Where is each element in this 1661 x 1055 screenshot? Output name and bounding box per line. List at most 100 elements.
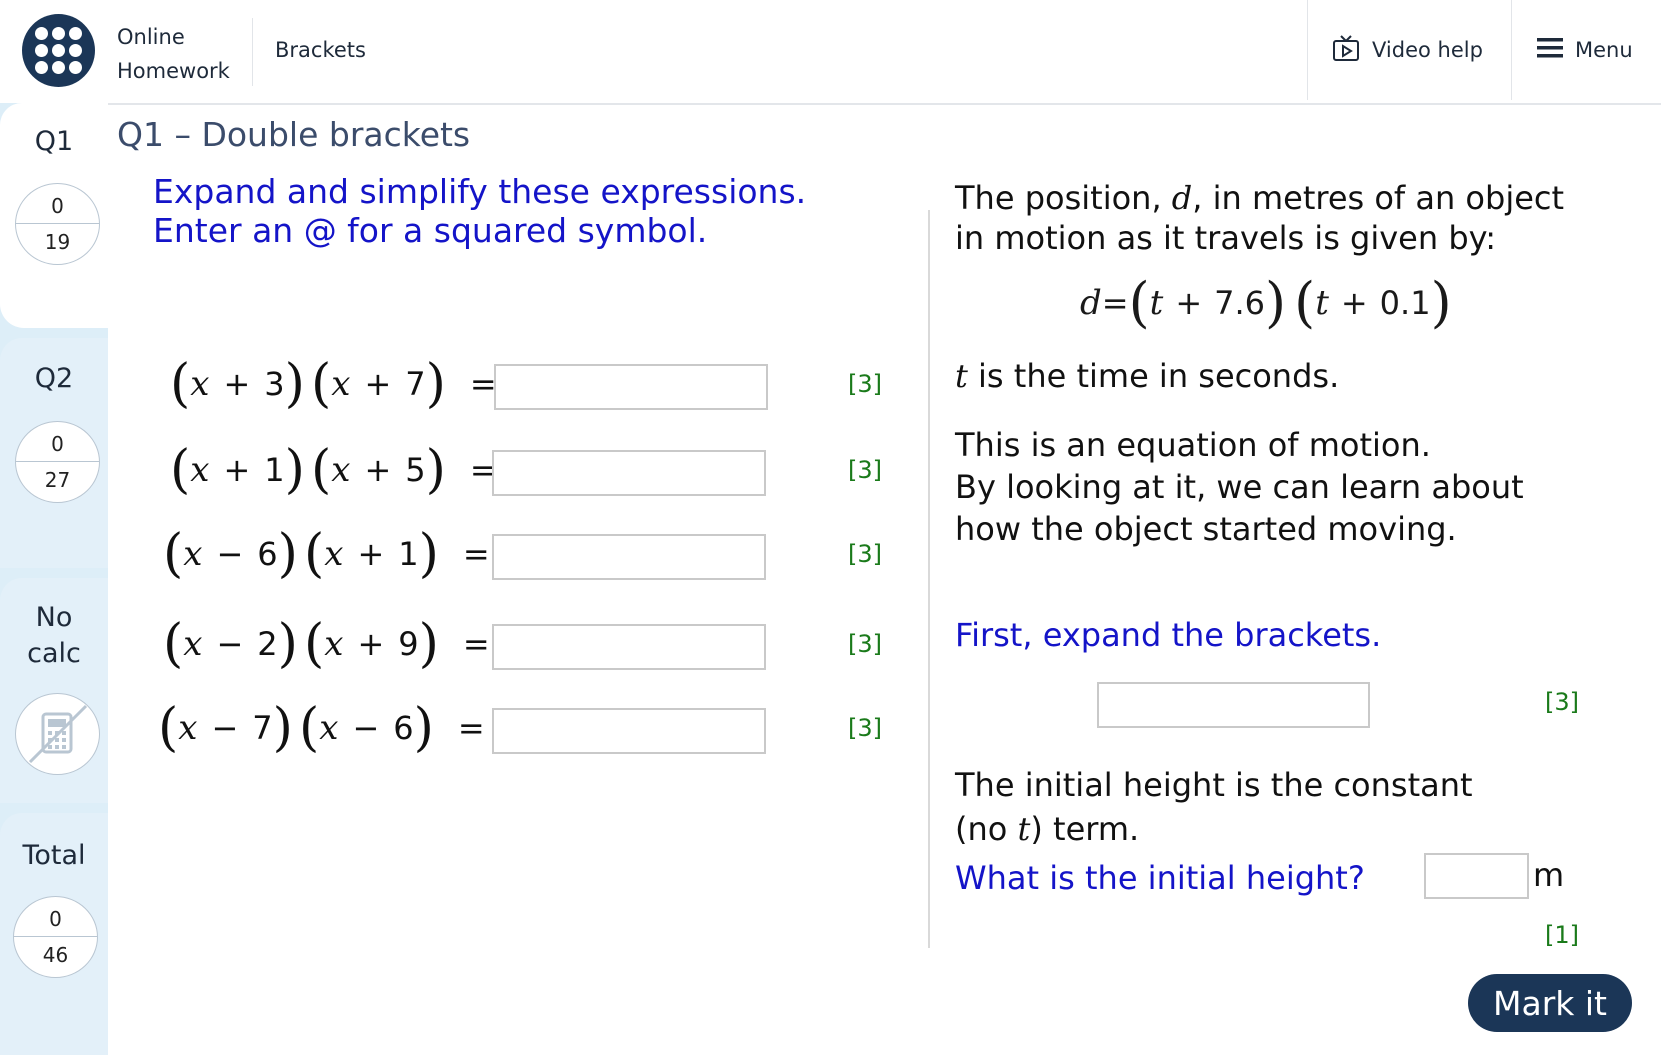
marks-label: [3] xyxy=(848,540,882,568)
answer-input[interactable] xyxy=(492,624,766,670)
expr-equals: = xyxy=(462,625,490,663)
expr-constant: 7 xyxy=(252,709,273,747)
expr-constant: 6 xyxy=(393,709,414,747)
height-line-1: The initial height is the constant xyxy=(955,766,1473,804)
expr-constant: 9 xyxy=(398,625,419,663)
formula-var: t xyxy=(1315,283,1329,323)
marks-label: [1] xyxy=(1545,921,1579,949)
brand-name: Online Homework xyxy=(117,20,230,88)
expr-constant: 6 xyxy=(257,535,278,573)
score-max: 19 xyxy=(44,230,71,254)
marks-label: [3] xyxy=(848,456,882,484)
expr-variable: x xyxy=(183,534,203,574)
expression-row: (x +3)(x +7) = [3] xyxy=(0,358,900,418)
height-text: (no xyxy=(955,810,1018,848)
expr-variable: x xyxy=(331,450,351,490)
video-help-label: Video help xyxy=(1372,38,1483,62)
expr-constant: 1 xyxy=(398,535,419,573)
hamburger-icon xyxy=(1537,37,1563,64)
brand-line-2: Homework xyxy=(117,59,230,83)
expression-row: (x +1)(x +5) = [3] xyxy=(0,444,900,504)
expr-sign: − xyxy=(216,625,244,663)
answer-input[interactable] xyxy=(494,364,768,410)
menu-button[interactable]: Menu xyxy=(1537,0,1633,100)
intro-variable: d xyxy=(1171,179,1193,217)
expr-sign: + xyxy=(223,451,251,489)
expr-variable: x xyxy=(190,364,210,404)
expr-variable: x xyxy=(324,534,344,574)
score-circle: 0 19 xyxy=(15,183,100,265)
score-value: 0 xyxy=(51,194,64,218)
answer-input[interactable] xyxy=(492,534,766,580)
expr-equals: = xyxy=(469,365,497,403)
top-bar: Online Homework Brackets Video help Menu xyxy=(0,0,1661,105)
motion-line-2: By looking at it, we can learn about xyxy=(955,468,1524,506)
app-logo-icon[interactable] xyxy=(22,14,95,87)
intro-line-2: in motion as it travels is given by: xyxy=(955,219,1497,257)
expr-variable: x xyxy=(319,708,339,748)
motion-description: This is an equation of motion. By lookin… xyxy=(955,424,1524,550)
expr-constant: 7 xyxy=(405,365,426,403)
expression-row: (x −6)(x +1) = [3] xyxy=(0,528,900,588)
expr-equals: = xyxy=(462,535,490,573)
expression-row: (x −7)(x −6) = [3] xyxy=(0,702,900,762)
expr-variable: x xyxy=(331,364,351,404)
expr-sign: + xyxy=(357,535,385,573)
expression: (x −6)(x +1) = xyxy=(163,524,490,584)
expression-row: (x −2)(x +9) = [3] xyxy=(0,618,900,678)
motion-intro: The position, d, in metres of an object … xyxy=(955,178,1564,258)
question-title: Q1 – Double brackets xyxy=(117,115,471,154)
expand-answer-input[interactable] xyxy=(1097,682,1370,728)
expr-variable: x xyxy=(190,450,210,490)
sidebar-tab-q1[interactable]: Q1 0 19 xyxy=(0,103,108,328)
tab-label: Total xyxy=(22,840,86,871)
expr-equals: = xyxy=(457,709,485,747)
instruction-line-2: Enter an @ for a squared symbol. xyxy=(153,211,708,250)
header-divider xyxy=(1511,0,1512,100)
score-circle: 0 46 xyxy=(13,896,98,978)
motion-line-3: how the object started moving. xyxy=(955,510,1457,548)
expr-sign: + xyxy=(364,451,392,489)
score-max: 46 xyxy=(42,943,69,967)
time-note: t is the time in seconds. xyxy=(955,356,1339,396)
tv-play-icon xyxy=(1332,34,1360,67)
mark-it-button[interactable]: Mark it xyxy=(1468,974,1632,1032)
expr-sign: + xyxy=(364,365,392,403)
video-help-button[interactable]: Video help xyxy=(1332,0,1483,100)
expr-sign: + xyxy=(357,625,385,663)
formula-plus: + xyxy=(1175,284,1203,322)
motion-formula: d = ( t + 7.6 ) ( t + 0.1 ) xyxy=(1080,271,1452,334)
marks-label: [3] xyxy=(1545,688,1579,716)
instruction-line-1: Expand and simplify these expressions. xyxy=(153,172,807,211)
answer-input[interactable] xyxy=(492,708,766,754)
initial-height-input[interactable] xyxy=(1424,853,1529,899)
formula-constant-2: 0.1 xyxy=(1379,284,1431,322)
tab-label: Q1 xyxy=(34,126,74,157)
time-variable: t xyxy=(955,357,968,395)
intro-text: The position, xyxy=(955,179,1172,217)
motion-line-1: This is an equation of motion. xyxy=(955,426,1431,464)
instructions: Expand and simplify these expressions. E… xyxy=(153,172,806,250)
expr-variable: x xyxy=(183,624,203,664)
height-variable: t xyxy=(1017,810,1031,848)
time-text: is the time in seconds. xyxy=(967,357,1340,395)
formula-plus: + xyxy=(1340,284,1368,322)
breadcrumb[interactable]: Brackets xyxy=(275,38,366,62)
expr-constant: 3 xyxy=(264,365,285,403)
sidebar-tab-no-calc[interactable]: No calc xyxy=(0,578,108,803)
initial-height-text: The initial height is the constant (no t… xyxy=(955,763,1473,851)
height-unit: m xyxy=(1533,856,1565,894)
expr-variable: x xyxy=(324,624,344,664)
expr-sign: + xyxy=(223,365,251,403)
formula-var: t xyxy=(1149,283,1164,323)
marks-label: [3] xyxy=(848,630,882,658)
expr-sign: − xyxy=(211,709,239,747)
menu-label: Menu xyxy=(1575,38,1633,62)
expr-constant: 5 xyxy=(405,451,426,489)
height-text: ) term. xyxy=(1030,810,1140,848)
answer-input[interactable] xyxy=(492,450,766,496)
expression: (x +3)(x +7) = xyxy=(170,354,497,414)
brand-line-1: Online xyxy=(117,25,185,49)
marks-label: [3] xyxy=(848,714,882,742)
formula-equals: = xyxy=(1101,284,1129,322)
